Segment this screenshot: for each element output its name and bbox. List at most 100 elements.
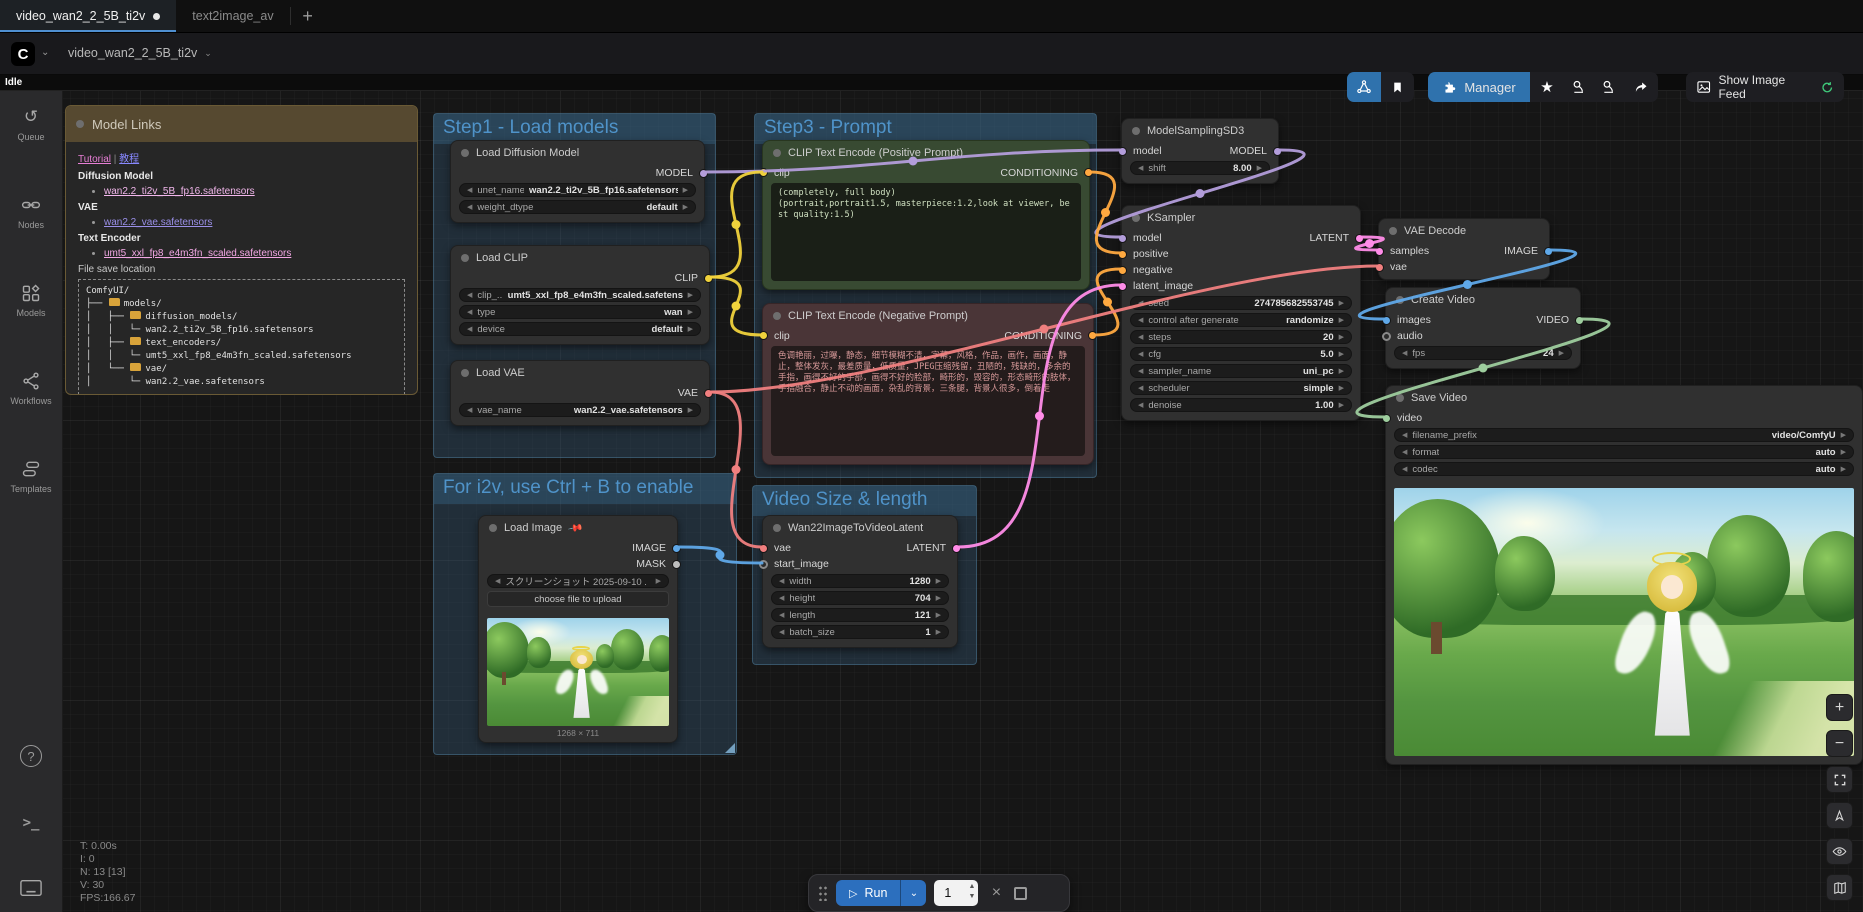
output-slot-dot[interactable]	[1544, 247, 1553, 256]
node-model-sampling-sd3[interactable]: ModelSamplingSD3modelMODEL◀shift8.00▶	[1121, 118, 1279, 184]
sidebar-item-models[interactable]: Models	[0, 267, 62, 355]
widget-seed[interactable]: ◀seed274785682553745▶	[1130, 296, 1352, 310]
widget-left-arrow-icon[interactable]: ◀	[1138, 401, 1143, 409]
toggle-visibility-button[interactable]	[1826, 838, 1853, 865]
collapse-dot[interactable]	[1389, 227, 1397, 235]
model-link[interactable]: umt5_xxl_fp8_e4m3fn_scaled.safetensors	[104, 248, 291, 259]
output-slot[interactable]: IMAGE	[632, 542, 666, 554]
sidebar-item-queue[interactable]: ↺ Queue	[0, 91, 62, 179]
clear-queue-icon[interactable]: ×	[986, 884, 1006, 902]
help-button[interactable]: ?	[0, 745, 62, 767]
node-vae-decode[interactable]: VAE DecodesamplesIMAGEvae	[1378, 218, 1550, 280]
widget-right-arrow-icon[interactable]: ▶	[936, 577, 941, 585]
collapse-dot[interactable]	[76, 120, 84, 128]
widget-left-arrow-icon[interactable]: ◀	[467, 325, 472, 333]
aux-button-2[interactable]	[1594, 72, 1624, 102]
collapse-dot[interactable]	[461, 369, 469, 377]
widget-width[interactable]: ◀width1280▶	[771, 574, 949, 588]
widget-batch-size[interactable]: ◀batch_size1▶	[771, 625, 949, 639]
widget-left-arrow-icon[interactable]: ◀	[779, 611, 784, 619]
image-thumbnail[interactable]	[487, 618, 669, 726]
node-title[interactable]: CLIP Text Encode (Negative Prompt)	[763, 304, 1093, 328]
collapse-dot[interactable]	[461, 254, 469, 262]
widget-left-arrow-icon[interactable]: ◀	[467, 406, 472, 414]
run-options-chevron-icon[interactable]: ⌄	[900, 880, 926, 906]
widget-filename-prefix[interactable]: ◀filename_prefixvideo/ComfyU▶	[1394, 428, 1854, 442]
share-button[interactable]	[1624, 72, 1658, 102]
widget-codec[interactable]: ◀codecauto▶	[1394, 462, 1854, 476]
graph-view-button[interactable]	[1347, 72, 1381, 102]
collapse-dot[interactable]	[1132, 127, 1140, 135]
widget-unet-name[interactable]: ◀unet_namewan2.2_ti2v_5B_fp16.safetensor…	[459, 183, 696, 197]
widget-left-arrow-icon[interactable]: ◀	[1138, 367, 1143, 375]
minimap-button[interactable]	[1826, 874, 1853, 901]
upload-button[interactable]: choose file to upload	[487, 591, 669, 607]
collapse-dot[interactable]	[1396, 394, 1404, 402]
widget-left-arrow-icon[interactable]: ◀	[1402, 448, 1407, 456]
input-slot-dot[interactable]	[1375, 263, 1384, 272]
input-slot-dot[interactable]	[1382, 332, 1391, 341]
terminal-button[interactable]: >_	[0, 815, 62, 831]
node-title[interactable]: Load Image📌	[479, 516, 677, 540]
output-slot[interactable]: VAE	[678, 387, 698, 399]
input-slot[interactable]: model	[1133, 145, 1162, 157]
widget-left-arrow-icon[interactable]: ◀	[467, 203, 472, 211]
widget-denoise[interactable]: ◀denoise1.00▶	[1130, 398, 1352, 412]
widget-right-arrow-icon[interactable]: ▶	[936, 628, 941, 636]
tab-video-wan[interactable]: video_wan2_2_5B_ti2v	[0, 0, 176, 32]
output-slot[interactable]: LATENT	[907, 542, 946, 554]
widget-right-arrow-icon[interactable]: ▶	[1841, 448, 1846, 456]
logo-chevron-icon[interactable]: ⌄	[41, 47, 49, 58]
shortcuts-button[interactable]	[0, 879, 62, 897]
zoom-in-button[interactable]: +	[1826, 694, 1853, 721]
output-slot-dot[interactable]	[1355, 234, 1364, 243]
input-slot[interactable]: model	[1133, 232, 1162, 244]
output-slot-dot[interactable]	[1575, 316, 1584, 325]
widget-right-arrow-icon[interactable]: ▶	[688, 291, 693, 299]
widget-shift[interactable]: ◀shift8.00▶	[1130, 161, 1270, 175]
tab-text2image[interactable]: text2image_av	[176, 0, 289, 32]
workflow-name-dropdown[interactable]: video_wan2_2_5B_ti2v ⌄	[68, 46, 212, 60]
widget-right-arrow-icon[interactable]: ▶	[1841, 465, 1846, 473]
widget-left-arrow-icon[interactable]: ◀	[779, 577, 784, 585]
input-slot[interactable]: clip	[774, 330, 790, 342]
batch-count-input[interactable]: 1 ▲▼	[934, 880, 978, 906]
widget-left-arrow-icon[interactable]: ◀	[1402, 431, 1407, 439]
stepper-arrows-icon[interactable]: ▲▼	[968, 882, 975, 902]
note-title[interactable]: Model Links	[66, 106, 417, 142]
collapse-dot[interactable]	[489, 524, 497, 532]
widget-sampler-name[interactable]: ◀sampler_nameuni_pc▶	[1130, 364, 1352, 378]
input-slot[interactable]: video	[1397, 412, 1422, 424]
fit-view-button[interactable]	[1826, 766, 1853, 793]
widget-left-arrow-icon[interactable]: ◀	[1138, 350, 1143, 358]
widget-length[interactable]: ◀length121▶	[771, 608, 949, 622]
aux-button-1[interactable]	[1564, 72, 1594, 102]
output-slot[interactable]: MASK	[636, 558, 666, 570]
widget-left-arrow-icon[interactable]: ◀	[495, 577, 500, 585]
node-title[interactable]: Save Video	[1386, 386, 1862, 410]
input-slot-dot[interactable]	[1118, 266, 1127, 275]
video-preview[interactable]	[1394, 488, 1854, 756]
widget-right-arrow-icon[interactable]: ▶	[936, 594, 941, 602]
collapse-dot[interactable]	[773, 312, 781, 320]
widget-right-arrow-icon[interactable]: ▶	[1257, 164, 1262, 172]
node-title[interactable]: CLIP Text Encode (Positive Prompt)	[763, 141, 1089, 165]
canvas[interactable]: Step1 - Load models Step3 - Prompt For i…	[0, 0, 1863, 912]
widget-left-arrow-icon[interactable]: ◀	[467, 186, 472, 194]
input-slot-dot[interactable]	[759, 331, 768, 340]
widget-left-arrow-icon[interactable]: ◀	[1138, 384, 1143, 392]
widget-left-arrow-icon[interactable]: ◀	[1138, 164, 1143, 172]
widget-right-arrow-icon[interactable]: ▶	[936, 611, 941, 619]
widget-vae-name[interactable]: ◀vae_namewan2.2_vae.safetensors▶	[459, 403, 701, 417]
widget-fps[interactable]: ◀fps24▶	[1394, 346, 1572, 360]
node-load-diffusion-model[interactable]: Load Diffusion ModelMODEL◀unet_namewan2.…	[450, 140, 705, 223]
node-load-image[interactable]: Load Image📌IMAGEMASK◀スクリーンショット 2025-09-1…	[478, 515, 678, 743]
new-tab-button[interactable]: +	[291, 0, 325, 32]
output-slot-dot[interactable]	[1273, 147, 1282, 156]
model-link[interactable]: wan2.2_ti2v_5B_fp16.safetensors	[104, 186, 255, 197]
output-slot-dot[interactable]	[704, 274, 713, 283]
output-slot-dot[interactable]	[699, 169, 708, 178]
output-slot-dot[interactable]	[672, 560, 681, 569]
input-slot-dot[interactable]	[759, 560, 768, 569]
node-title[interactable]: ModelSamplingSD3	[1122, 119, 1278, 143]
